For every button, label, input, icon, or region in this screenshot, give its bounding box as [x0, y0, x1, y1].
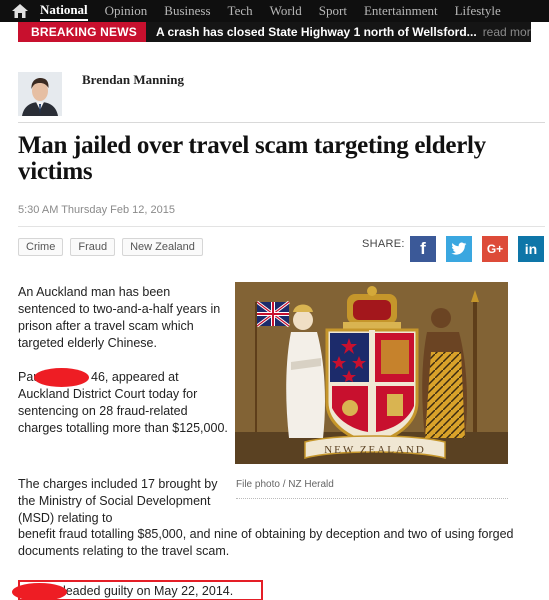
- read-more-link[interactable]: read more: [477, 25, 531, 39]
- breaking-news-headline[interactable]: A crash has closed State Highway 1 north…: [146, 25, 477, 39]
- caption-divider: [236, 498, 508, 499]
- article-photo[interactable]: NEW ZEALAND: [235, 282, 508, 464]
- avatar[interactable]: [18, 72, 62, 116]
- nav-item-business[interactable]: Business: [164, 3, 210, 19]
- tag-crime[interactable]: Crime: [18, 238, 64, 256]
- tag-list: Crime Fraud New Zealand: [18, 238, 210, 256]
- nav-item-opinion[interactable]: Opinion: [105, 3, 148, 19]
- article-paragraph: benefit fraud totalling $85,000, and nin…: [18, 527, 514, 558]
- photo-caption: File photo / NZ Herald: [236, 479, 334, 490]
- tag-fraud[interactable]: Fraud: [70, 238, 116, 256]
- nav-item-world[interactable]: World: [270, 3, 302, 19]
- divider: [18, 122, 545, 123]
- facebook-icon[interactable]: f: [410, 236, 436, 262]
- google-plus-icon[interactable]: G+: [482, 236, 508, 262]
- linkedin-icon[interactable]: in: [518, 236, 544, 262]
- redaction-mark: [34, 368, 89, 387]
- article-paragraph: The charges included 17 brought by the M…: [18, 477, 218, 525]
- article-timestamp: 5:30 AM Thursday Feb 12, 2015: [18, 204, 175, 216]
- divider: [18, 226, 545, 227]
- redaction-mark: [12, 583, 67, 600]
- home-icon[interactable]: [0, 0, 40, 22]
- tag-new-zealand[interactable]: New Zealand: [122, 238, 203, 256]
- top-navigation: National Opinion Business Tech World Spo…: [0, 0, 549, 22]
- article-paragraph: An Auckland man has been sentenced to tw…: [18, 285, 221, 350]
- nav-item-tech[interactable]: Tech: [228, 3, 253, 19]
- author-name[interactable]: Brendan Manning: [82, 72, 184, 88]
- article-headline: Man jailed over travel scam targeting el…: [18, 132, 486, 185]
- nav-item-national[interactable]: National: [40, 2, 88, 21]
- breaking-news-label: BREAKING NEWS: [18, 22, 146, 42]
- share-label: SHARE:: [362, 238, 405, 250]
- nav-item-lifestyle[interactable]: Lifestyle: [455, 3, 501, 19]
- breaking-news-bar: BREAKING NEWS A crash has closed State H…: [18, 22, 531, 42]
- nav-item-sport[interactable]: Sport: [319, 3, 347, 19]
- twitter-icon[interactable]: [446, 236, 472, 262]
- banner-text: NEW ZEALAND: [324, 444, 426, 456]
- nav-item-entertainment[interactable]: Entertainment: [364, 3, 438, 19]
